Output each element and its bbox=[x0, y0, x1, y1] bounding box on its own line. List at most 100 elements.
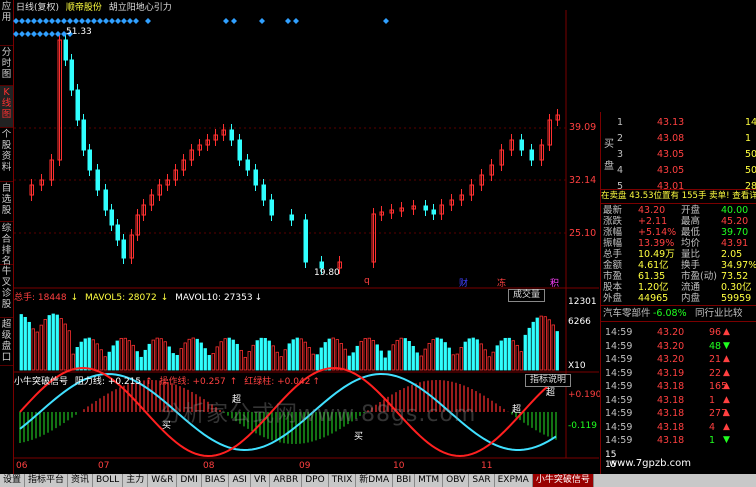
quote-cell: 10.49万 bbox=[638, 249, 675, 260]
signal-diamond bbox=[19, 18, 25, 24]
quote-cell: 40.00 bbox=[721, 205, 749, 216]
indicator-tab[interactable]: BBI bbox=[393, 474, 416, 487]
volume-bar bbox=[299, 338, 303, 371]
event-mark[interactable]: 积 bbox=[550, 276, 559, 289]
volume-bar bbox=[227, 337, 231, 371]
event-mark[interactable]: 冻 bbox=[497, 276, 506, 289]
volume-bar bbox=[175, 354, 179, 371]
candle-body bbox=[121, 239, 126, 259]
indicator-tab[interactable]: SAR bbox=[469, 474, 495, 487]
volume-bar bbox=[115, 340, 119, 371]
volume-bar bbox=[459, 346, 463, 371]
quote-cell: 涨幅 bbox=[603, 227, 623, 238]
vol-axis-label: 6266 bbox=[568, 317, 591, 327]
volume-bar bbox=[335, 339, 339, 371]
volume-bar bbox=[323, 342, 327, 371]
indicator-tab[interactable]: VR bbox=[251, 474, 271, 487]
buy-order-row: 4 43.05 50 bbox=[601, 165, 756, 176]
signal-diamond bbox=[259, 18, 265, 24]
arrow-up-icon: ▲ bbox=[723, 394, 730, 405]
candle-body bbox=[519, 139, 524, 151]
indicator-tab[interactable]: MTM bbox=[415, 474, 444, 487]
indicator-tab[interactable]: OBV bbox=[443, 474, 470, 487]
indicator-tab[interactable]: 设置 bbox=[0, 474, 26, 487]
indicator-tab[interactable]: 指标平台 bbox=[25, 474, 69, 487]
volume-bar bbox=[151, 339, 155, 371]
volume-bar bbox=[159, 338, 163, 371]
quote-cell: 34.97% bbox=[721, 260, 756, 271]
vol-ma10-label: MAVOL10 bbox=[175, 293, 219, 303]
volume-bar bbox=[315, 354, 319, 371]
order-alert[interactable]: 在卖盘 43.53位置有 155手 卖单! 查看详细 bbox=[601, 191, 756, 202]
compare-button: 同行业比较 bbox=[695, 308, 743, 319]
volume-bar bbox=[195, 338, 199, 371]
high-price-label: 51.33 bbox=[66, 27, 92, 37]
volume-bar bbox=[243, 356, 247, 371]
candle-body bbox=[529, 149, 534, 161]
price-axis-label: 32.14 bbox=[569, 175, 597, 186]
volume-bar bbox=[455, 353, 459, 371]
indicator-tab[interactable]: EXPMA bbox=[495, 474, 533, 487]
indicator-tab[interactable]: ASI bbox=[229, 474, 251, 487]
indicator-tab[interactable]: BIAS bbox=[202, 474, 230, 487]
signal-diamond bbox=[127, 18, 133, 24]
volume-bar bbox=[99, 349, 103, 371]
volume-bar bbox=[107, 351, 111, 371]
signal-diamond bbox=[49, 31, 55, 37]
volume-bar bbox=[103, 356, 107, 371]
quote-cell: 内盘 bbox=[681, 293, 701, 304]
volume-bar bbox=[319, 347, 323, 371]
volume-bar bbox=[67, 330, 71, 371]
volume-bar bbox=[475, 339, 479, 371]
volume-bar bbox=[171, 353, 175, 371]
quote-cell: 14 bbox=[745, 117, 756, 128]
quote-stat-row: 涨幅 +5.14% 最低 39.70 bbox=[601, 227, 756, 238]
indicator-tab[interactable]: TRIX bbox=[329, 474, 357, 487]
event-mark[interactable]: q bbox=[364, 276, 370, 286]
candle-body bbox=[109, 209, 114, 226]
indicator-tab[interactable]: 主力 bbox=[123, 474, 149, 487]
indicator-tab[interactable]: 新DMA bbox=[356, 474, 394, 487]
quote-cell: 43.18 bbox=[657, 435, 685, 446]
signal-diamond bbox=[55, 18, 61, 24]
volume-bar bbox=[435, 337, 439, 371]
sector-row: 汽车零部件 -6.08% 同行业比较 bbox=[601, 308, 756, 319]
quote-cell: 43.91 bbox=[721, 238, 749, 249]
volume-bar bbox=[311, 353, 315, 371]
indicator-tab[interactable]: 资讯 bbox=[68, 474, 94, 487]
indicator-tabs: 设置 指标平台 资讯 BOLL 主力 W&R DMI BIAS ASI VR ARBR DPO TRIX… bbox=[0, 474, 756, 487]
quote-cell: 1 bbox=[709, 435, 716, 446]
sector-name: 汽车零部件 bbox=[603, 308, 651, 319]
ind-op: +0.257 bbox=[192, 377, 226, 387]
quote-stat-row: 金额 4.61亿 换手 34.97% bbox=[601, 260, 756, 271]
volume-bar bbox=[543, 316, 547, 371]
volume-bar bbox=[155, 337, 159, 371]
volume-bar bbox=[411, 345, 415, 371]
volume-bar bbox=[287, 343, 291, 371]
quote-cell: 73.52 bbox=[721, 271, 749, 282]
event-mark[interactable]: 财 bbox=[459, 276, 468, 289]
volume-bar bbox=[263, 337, 267, 371]
quote-cell: 4 bbox=[617, 165, 624, 176]
indicator-tab[interactable]: ARBR bbox=[270, 474, 303, 487]
signal-diamond bbox=[293, 18, 299, 24]
volume-bar bbox=[347, 355, 351, 371]
signal-diamond bbox=[231, 18, 237, 24]
volume-button[interactable]: 成交量 bbox=[508, 289, 546, 302]
center-watermark: 分析家公式网www.88gs.com bbox=[160, 402, 477, 427]
volume-bar bbox=[91, 339, 95, 371]
volume-bar bbox=[215, 346, 219, 371]
volume-bar bbox=[463, 341, 467, 371]
indicator-tab[interactable]: DMI bbox=[177, 474, 202, 487]
quote-cell: 14:59 bbox=[605, 327, 633, 338]
indicator-tab[interactable]: BOLL bbox=[93, 474, 124, 487]
candle-body bbox=[245, 159, 250, 171]
volume-bar bbox=[419, 355, 423, 371]
indicator-tab[interactable]: W&R bbox=[148, 474, 178, 487]
arrow-up-icon: ▲ bbox=[723, 367, 730, 378]
candle-body bbox=[75, 89, 80, 121]
arrow-down-icon: ▼ bbox=[723, 340, 730, 351]
candle-body bbox=[253, 169, 258, 186]
indicator-tab[interactable]: 小牛突破信号 bbox=[532, 474, 594, 487]
indicator-tab[interactable]: DPO bbox=[302, 474, 329, 487]
